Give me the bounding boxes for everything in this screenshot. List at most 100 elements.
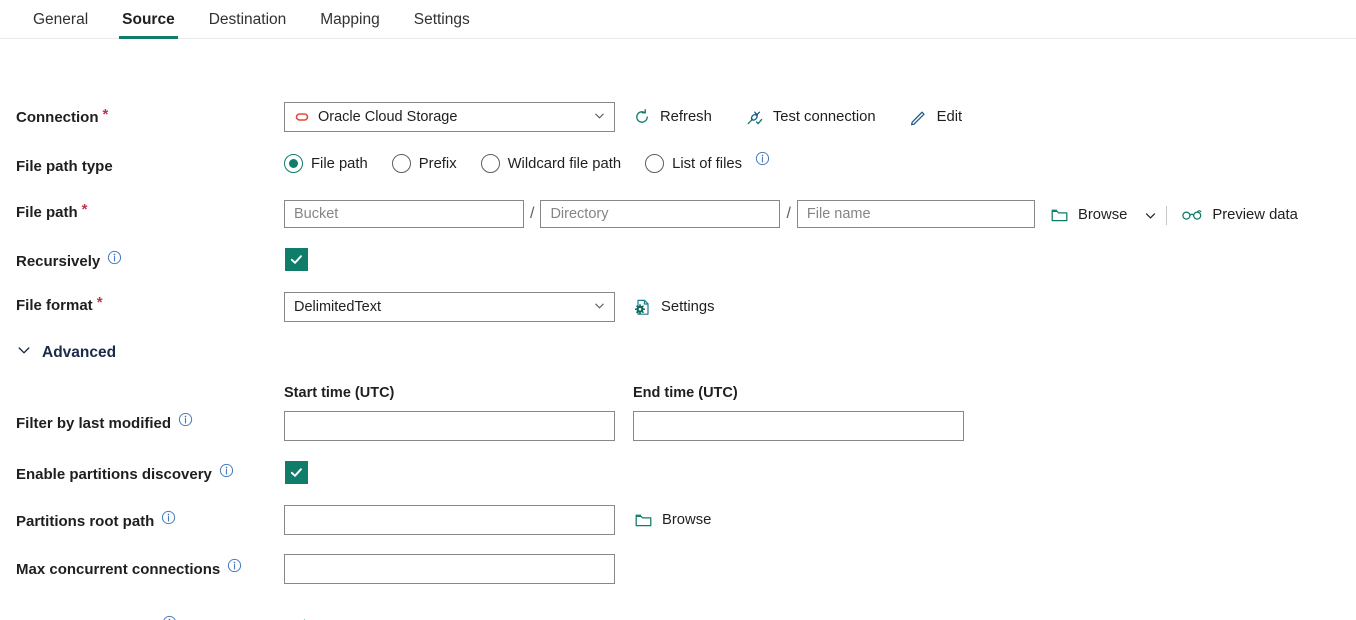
max-concurrent-connections-input[interactable] bbox=[284, 554, 615, 584]
file-gear-icon bbox=[633, 298, 652, 317]
file-format-dropdown[interactable]: DelimitedText bbox=[284, 292, 615, 322]
tab-general-label: General bbox=[33, 10, 89, 28]
end-time-label: End time (UTC) bbox=[633, 385, 738, 401]
enable-partitions-discovery-label-text: Enable partitions discovery bbox=[16, 466, 212, 483]
file-format-label-text: File format bbox=[16, 297, 93, 314]
action-divider bbox=[1166, 205, 1168, 225]
filter-by-last-modified-label: Filter by last modified bbox=[16, 412, 193, 432]
browse-dropdown-button[interactable] bbox=[1141, 200, 1160, 230]
file-format-settings-button[interactable]: Settings bbox=[633, 292, 714, 322]
bucket-input[interactable] bbox=[284, 200, 524, 228]
radio-file-path-label: File path bbox=[311, 155, 368, 172]
filter-by-last-modified-label-text: Filter by last modified bbox=[16, 415, 172, 432]
radio-list-of-files-label: List of files bbox=[672, 155, 742, 172]
refresh-label: Refresh bbox=[660, 109, 712, 125]
tab-general[interactable]: General bbox=[16, 0, 105, 39]
browse-partitions-root-path-label: Browse bbox=[662, 512, 712, 528]
info-icon-partitions-root-path[interactable] bbox=[161, 510, 176, 525]
checkmark-icon bbox=[290, 468, 302, 477]
tab-settings-label: Settings bbox=[413, 10, 470, 28]
tab-destination[interactable]: Destination bbox=[192, 0, 304, 39]
test-connection-button[interactable]: Test connection bbox=[745, 102, 876, 132]
file-format-required-asterisk: * bbox=[96, 294, 103, 311]
folder-icon bbox=[634, 511, 653, 530]
preview-data-button[interactable]: Preview data bbox=[1181, 200, 1298, 230]
tab-source[interactable]: Source bbox=[105, 0, 192, 39]
plug-check-icon bbox=[745, 108, 764, 127]
radio-prefix-dot bbox=[391, 154, 411, 173]
file-format-value: DelimitedText bbox=[294, 299, 382, 315]
radio-list-of-files[interactable]: List of files bbox=[645, 151, 770, 173]
radio-prefix[interactable]: Prefix bbox=[391, 154, 457, 173]
start-time-label: Start time (UTC) bbox=[284, 385, 395, 401]
tab-destination-label: Destination bbox=[208, 10, 287, 28]
file-name-input[interactable] bbox=[796, 200, 1035, 228]
info-icon-list-of-files[interactable] bbox=[755, 151, 770, 166]
oracle-oval-icon bbox=[294, 109, 310, 125]
file-format-settings-label: Settings bbox=[661, 299, 715, 315]
chevron-down-icon bbox=[16, 342, 32, 363]
info-icon-filter-by-last-modified[interactable] bbox=[178, 412, 193, 427]
browse-file-path-button[interactable]: Browse bbox=[1050, 200, 1127, 230]
file-path-inputs: / / bbox=[284, 200, 1035, 228]
tab-mapping[interactable]: Mapping bbox=[303, 0, 396, 39]
file-path-label: File path * bbox=[16, 201, 88, 221]
edit-button[interactable]: Edit bbox=[909, 102, 963, 132]
chevron-down-icon bbox=[1143, 208, 1158, 223]
radio-file-path-dot bbox=[284, 154, 303, 173]
max-concurrent-connections-label-text: Max concurrent connections bbox=[16, 561, 221, 578]
info-icon-additional-columns[interactable] bbox=[162, 615, 177, 620]
enable-partitions-discovery-label: Enable partitions discovery bbox=[16, 463, 234, 483]
plus-icon bbox=[294, 617, 315, 620]
source-form: Connection * Oracle Cloud Storage Refres… bbox=[0, 39, 1356, 620]
radio-list-of-files-dot bbox=[645, 154, 665, 173]
edit-label: Edit bbox=[936, 109, 963, 125]
connection-label: Connection * bbox=[16, 106, 109, 126]
glasses-icon bbox=[1181, 207, 1203, 223]
file-format-label: File format * bbox=[16, 294, 103, 314]
chevron-down-icon bbox=[593, 299, 606, 316]
advanced-section-label: Advanced bbox=[42, 343, 117, 361]
partitions-root-path-label-text: Partitions root path bbox=[16, 513, 155, 530]
radio-prefix-label: Prefix bbox=[418, 155, 457, 172]
refresh-icon bbox=[633, 108, 651, 126]
connection-dropdown[interactable]: Oracle Cloud Storage bbox=[284, 102, 615, 132]
tab-settings[interactable]: Settings bbox=[397, 0, 487, 39]
refresh-button[interactable]: Refresh bbox=[633, 102, 712, 132]
enable-partitions-discovery-checkbox[interactable] bbox=[285, 461, 308, 484]
browse-partitions-root-path-button[interactable]: Browse bbox=[634, 505, 711, 535]
connection-required-asterisk: * bbox=[102, 106, 109, 123]
file-path-required-asterisk: * bbox=[81, 201, 88, 218]
connection-actions: Refresh Test connection Edit bbox=[633, 102, 962, 132]
recursively-checkbox[interactable] bbox=[285, 248, 308, 271]
browse-file-path-label: Browse bbox=[1078, 207, 1128, 223]
radio-wildcard-file-path[interactable]: Wildcard file path bbox=[480, 154, 622, 173]
tab-bar: General Source Destination Mapping Setti… bbox=[0, 0, 1356, 39]
new-additional-column-button[interactable]: New bbox=[294, 612, 357, 620]
chevron-down-icon bbox=[593, 109, 606, 126]
recursively-label-text: Recursively bbox=[16, 253, 101, 270]
connection-value: Oracle Cloud Storage bbox=[318, 109, 458, 125]
file-path-label-text: File path bbox=[16, 204, 78, 221]
directory-input[interactable] bbox=[540, 200, 781, 228]
start-time-input[interactable] bbox=[284, 411, 615, 441]
info-icon-max-concurrent-connections[interactable] bbox=[227, 558, 242, 573]
file-path-type-label-text: File path type bbox=[16, 158, 113, 175]
file-path-type-radiogroup: File path Prefix Wildcard file path List… bbox=[284, 151, 770, 173]
partitions-root-path-input[interactable] bbox=[284, 505, 615, 535]
info-icon-enable-partitions-discovery[interactable] bbox=[219, 463, 234, 478]
test-connection-label: Test connection bbox=[772, 109, 876, 125]
advanced-section-toggle[interactable]: Advanced bbox=[16, 342, 116, 363]
connection-label-text: Connection bbox=[16, 109, 99, 126]
path-separator-2: / bbox=[786, 205, 791, 222]
info-icon-recursively[interactable] bbox=[107, 250, 122, 265]
radio-wildcard-file-path-label: Wildcard file path bbox=[507, 155, 622, 172]
max-concurrent-connections-label: Max concurrent connections bbox=[16, 558, 242, 578]
end-time-input[interactable] bbox=[633, 411, 964, 441]
file-path-actions: Browse Preview data bbox=[1050, 200, 1298, 230]
file-path-type-label: File path type bbox=[16, 158, 113, 175]
preview-data-label: Preview data bbox=[1212, 207, 1298, 223]
tab-source-label: Source bbox=[122, 10, 175, 28]
folder-icon bbox=[1050, 206, 1069, 225]
radio-file-path[interactable]: File path bbox=[284, 154, 368, 173]
